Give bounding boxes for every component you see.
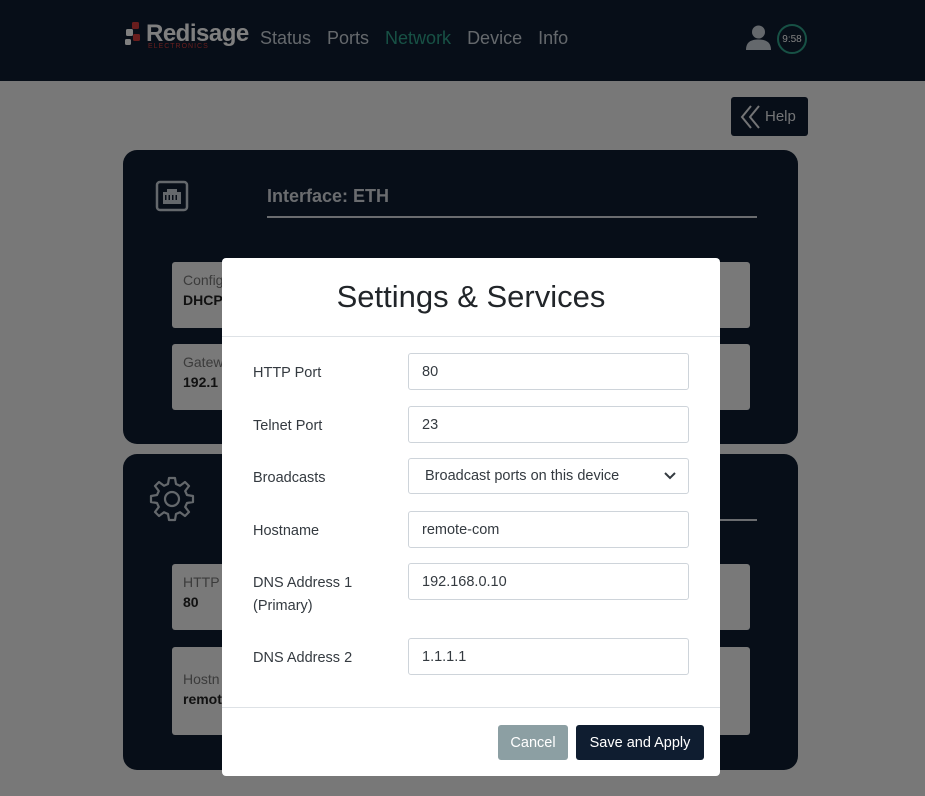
cancel-button[interactable]: Cancel [498,725,568,760]
dns2-label: DNS Address 2 [253,650,353,666]
dns1-input[interactable] [408,563,689,600]
modal-footer: Cancel Save and Apply [222,707,720,776]
http-port-input[interactable] [408,353,689,390]
chevron-down-icon [664,472,676,480]
modal-title: Settings & Services [336,279,606,314]
hostname-label: Hostname [253,523,320,539]
telnet-port-input[interactable] [408,406,689,443]
broadcasts-select[interactable]: Broadcast ports on this device [408,458,689,494]
save-apply-button[interactable]: Save and Apply [576,725,704,760]
broadcasts-value: Broadcast ports on this device [425,468,620,484]
dns2-input[interactable] [408,638,689,675]
settings-modal: Settings & Services HTTP Port Telnet Por… [222,258,720,776]
hostname-input[interactable] [408,511,689,548]
modal-header: Settings & Services [222,258,720,337]
dns1-label: DNS Address 1 (Primary) [253,575,353,614]
broadcasts-label: Broadcasts [253,470,326,486]
http-port-label: HTTP Port [253,365,322,381]
telnet-port-label: Telnet Port [253,418,323,434]
